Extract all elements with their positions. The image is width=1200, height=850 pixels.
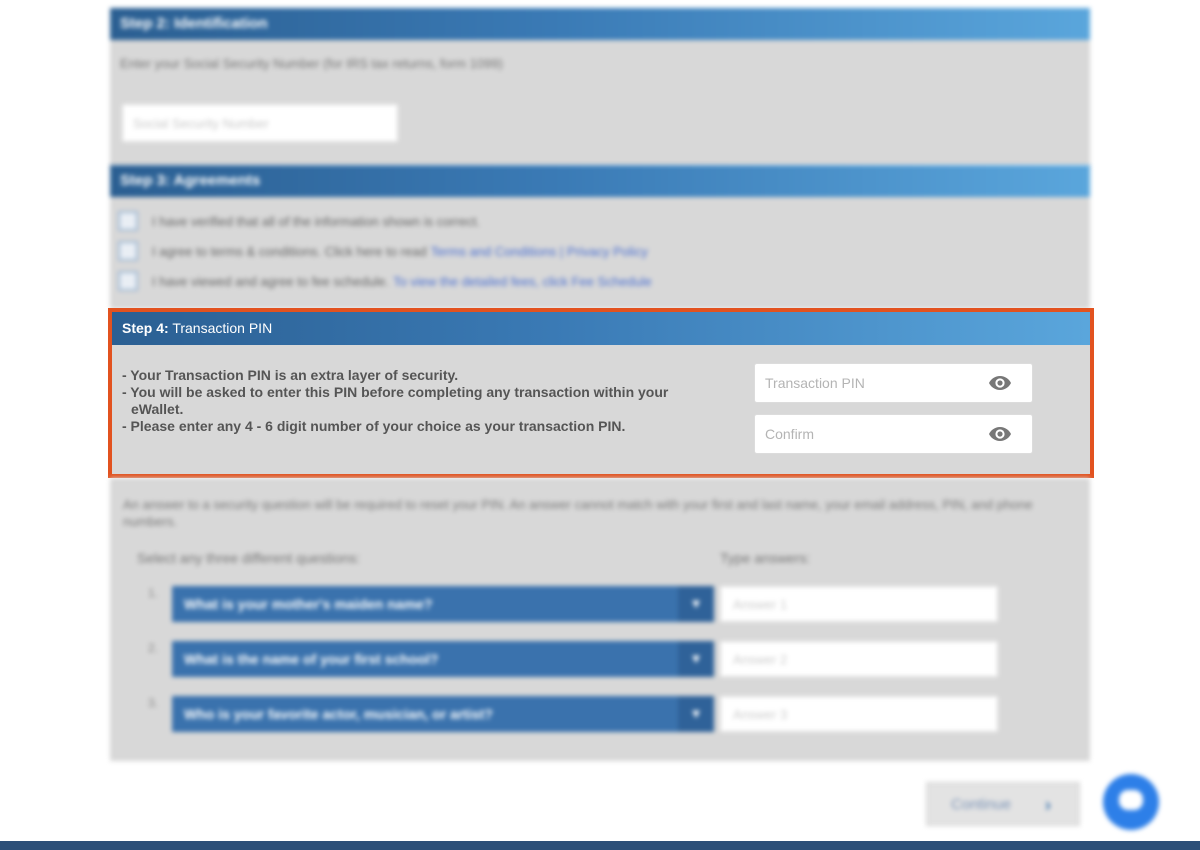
question-text: What is the name of your first school? [184, 651, 439, 667]
chevron-right-icon: › [1045, 795, 1051, 815]
security-intro: An answer to a security question will be… [123, 497, 1033, 529]
confirm-pin-field [754, 414, 1033, 454]
pin-instruction-line: - You will be asked to enter this PIN be… [122, 384, 669, 417]
chat-button[interactable] [1103, 774, 1159, 830]
ssn-hint: Enter your Social Security Number (for I… [120, 56, 503, 71]
security-questions-section: An answer to a security question will be… [110, 478, 1090, 761]
agreement-text: I have viewed and agree to fee schedule. [152, 273, 390, 289]
pin-instruction-line: - Please enter any 4 - 6 digit number of… [122, 418, 626, 434]
continue-button[interactable]: Continue › [926, 782, 1080, 826]
agreement-text: I have verified that all of the informat… [152, 213, 481, 229]
eye-icon[interactable] [988, 373, 1012, 393]
question-text: What is your mother's maiden name? [184, 596, 433, 612]
step4-transaction-pin-section: Step 4: Transaction PIN - Your Transacti… [108, 308, 1094, 478]
chat-bubble-icon [1119, 790, 1143, 810]
step4-label: Step 4: [122, 320, 169, 336]
terms-link[interactable]: Terms and Conditions | Privacy Policy [431, 244, 648, 259]
questions-label: Select any three different questions: [137, 550, 361, 566]
question-number: 1. [148, 586, 159, 600]
question-text: Who is your favorite actor, musician, or… [184, 706, 493, 722]
agreement-row: I have verified that all of the informat… [118, 211, 480, 231]
continue-label: Continue [951, 796, 1012, 813]
ssn-input[interactable]: Social Security Number [122, 104, 398, 142]
transaction-pin-input[interactable] [755, 364, 975, 402]
agreement-row: I have viewed and agree to fee schedule.… [118, 271, 652, 291]
caret-down-icon: ▼ [678, 641, 714, 677]
security-question-select[interactable]: Who is your favorite actor, musician, or… [172, 696, 714, 732]
answer-input[interactable]: Answer 3 [720, 696, 998, 732]
step2-header: Step 2: Identification [110, 8, 1090, 40]
agreement-checkbox[interactable] [118, 211, 138, 231]
pin-instructions: - Your Transaction PIN is an extra layer… [122, 367, 692, 435]
agreement-checkbox[interactable] [118, 241, 138, 261]
step2-section: Step 2: Identification Enter your Social… [110, 8, 1090, 166]
agreement-row: I agree to terms & conditions. Click her… [118, 241, 648, 261]
agreement-text: I agree to terms & conditions. Click her… [152, 243, 427, 259]
question-number: 3. [148, 696, 159, 710]
security-question-select[interactable]: What is your mother's maiden name? ▼ [172, 586, 714, 622]
eye-icon[interactable] [988, 424, 1012, 444]
answer-input[interactable]: Answer 1 [720, 586, 998, 622]
step3-header: Step 3: Agreements [110, 165, 1090, 197]
transaction-pin-field [754, 363, 1033, 403]
fee-schedule-link[interactable]: To view the detailed fees, click Fee Sch… [393, 274, 652, 289]
agreement-checkbox[interactable] [118, 271, 138, 291]
answers-label: Type answers: [720, 550, 811, 566]
step4-title: Transaction PIN [172, 320, 273, 336]
caret-down-icon: ▼ [678, 586, 714, 622]
pin-instruction-line: - Your Transaction PIN is an extra layer… [122, 367, 459, 383]
footer-strip [0, 841, 1200, 850]
question-number: 2. [148, 641, 159, 655]
caret-down-icon: ▼ [678, 696, 714, 732]
confirm-pin-input[interactable] [755, 415, 975, 453]
security-question-select[interactable]: What is the name of your first school? ▼ [172, 641, 714, 677]
step4-header: Step 4: Transaction PIN [112, 312, 1090, 345]
answer-input[interactable]: Answer 2 [720, 641, 998, 677]
step3-section: Step 3: Agreements I have verified that … [110, 165, 1090, 309]
